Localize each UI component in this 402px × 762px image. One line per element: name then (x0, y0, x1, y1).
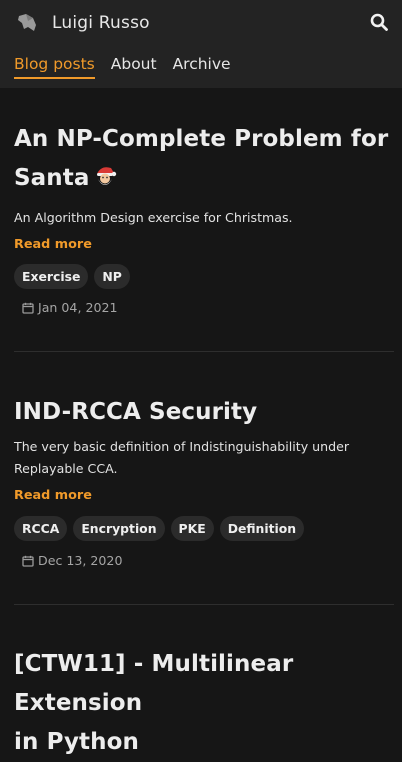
tag-list: RCCA Encryption PKE Definition (14, 516, 394, 541)
post-title[interactable]: IND-RCCA Security (14, 393, 394, 432)
nav-archive[interactable]: Archive (173, 55, 231, 79)
tag[interactable]: Encryption (73, 516, 165, 541)
tag[interactable]: PKE (170, 516, 214, 541)
brand[interactable]: Luigi Russo (16, 12, 150, 34)
search-icon[interactable] (370, 13, 388, 31)
post-title-line[interactable]: [CTW11] - Multilinear Extension (14, 645, 394, 723)
calendar-icon (22, 302, 34, 314)
calendar-icon (22, 555, 34, 567)
tag[interactable]: NP (94, 264, 130, 289)
tag-list: Exercise NP (14, 264, 394, 289)
tag[interactable]: RCCA (14, 516, 68, 541)
post-title[interactable]: An NP-Complete Problem for Santa (14, 120, 394, 198)
post-description-line: Replayable CCA. (14, 461, 118, 476)
nav-about[interactable]: About (111, 55, 157, 79)
tag[interactable]: Definition (219, 516, 305, 541)
read-more-link[interactable]: Read more (14, 237, 92, 252)
site-header: Luigi Russo Blog posts About Archive (0, 0, 402, 88)
post-card: An NP-Complete Problem for Santa An Algo… (14, 120, 394, 315)
site-title[interactable]: Luigi Russo (52, 13, 150, 33)
post-title-line[interactable]: An NP-Complete Problem for (14, 120, 394, 159)
post-description: An Algorithm Design exercise for Christm… (14, 210, 293, 225)
post-title-text[interactable]: Santa (14, 165, 89, 191)
post-title[interactable]: [CTW11] - Multilinear Extension in Pytho… (14, 645, 394, 762)
parrot-logo-icon (18, 14, 36, 31)
post-divider (14, 351, 394, 352)
post-date-text: Dec 13, 2020 (38, 553, 123, 568)
santa-icon (97, 167, 117, 185)
tag[interactable]: Exercise (14, 264, 89, 289)
post-date: Dec 13, 2020 (22, 553, 394, 568)
post-date-text: Jan 04, 2021 (38, 300, 118, 315)
main-nav: Blog posts About Archive (14, 55, 231, 79)
post-description: The very basic definition of Indistingui… (14, 436, 394, 480)
post-card: IND-RCCA Security The very basic definit… (14, 393, 394, 568)
post-date: Jan 04, 2021 (22, 300, 394, 315)
post-description-line: The very basic definition of Indistingui… (14, 439, 350, 454)
post-title-line[interactable]: Santa (14, 159, 394, 198)
post-divider (14, 604, 394, 605)
read-more-link[interactable]: Read more (14, 488, 92, 503)
post-title-line[interactable]: in Python (14, 723, 394, 762)
nav-blog-posts[interactable]: Blog posts (14, 55, 95, 79)
post-card: [CTW11] - Multilinear Extension in Pytho… (14, 645, 394, 762)
